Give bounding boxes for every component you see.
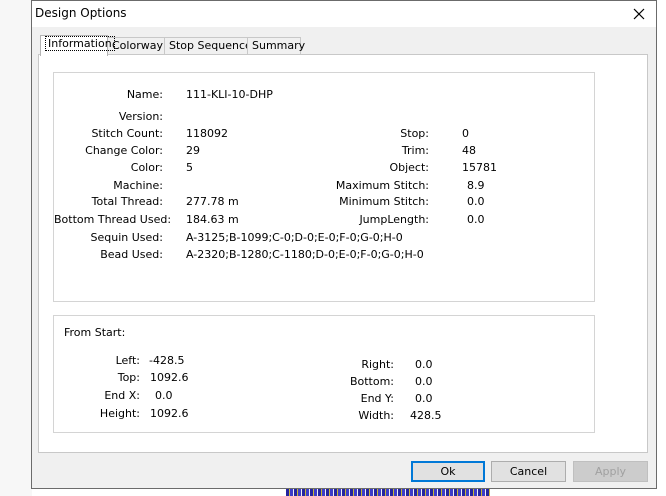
apply-button[interactable]: Apply	[573, 461, 648, 482]
cancel-button[interactable]: Cancel	[491, 461, 566, 482]
background-design-preview	[286, 488, 490, 496]
start-row-left: Left: -428.5	[115, 354, 185, 367]
info-row-stop: Stop: 0	[400, 127, 469, 140]
window-title: Design Options	[35, 6, 127, 20]
info-row-change-color: Change Color: 29	[85, 144, 200, 157]
start-row-right: Right: 0.0	[361, 358, 433, 371]
information-panel: Name: 111-KLI-10-DHP Version: Stitch Cou…	[38, 54, 648, 453]
start-row-top: Top: 1092.6	[117, 371, 189, 384]
info-row-version: Version:	[118, 110, 163, 123]
tab-stop-sequence[interactable]: Stop Sequence	[164, 37, 252, 55]
start-row-end-x: End X: 0.0	[104, 389, 173, 402]
info-row-jump-length: JumpLength: 0.0	[359, 213, 485, 226]
start-row-bottom: Bottom: 0.0	[349, 375, 433, 388]
info-row-color: Color: 5	[130, 161, 193, 174]
design-info-group: Name: 111-KLI-10-DHP Version: Stitch Cou…	[53, 72, 595, 302]
tab-information[interactable]: Information	[40, 35, 115, 56]
info-row-total-thread: Total Thread: 277.78 m	[91, 195, 239, 208]
info-row-machine: Machine:	[113, 179, 163, 192]
info-row-bottom-thread: Bottom Thread Used: 184.63 m	[54, 213, 239, 226]
start-row-height: Height: 1092.6	[99, 407, 189, 420]
info-row-bead-used: Bead Used: A-2320;B-1280;C-1180;D-0;E-0;…	[100, 248, 424, 261]
design-options-dialog: Design Options Information Colorway Stop…	[31, 0, 657, 489]
close-icon	[633, 8, 645, 20]
tab-colorway[interactable]: Colorway	[107, 37, 165, 55]
background-window	[0, 0, 32, 496]
start-row-end-y: End Y: 0.0	[360, 392, 433, 405]
info-row-trim: Trim: 48	[401, 144, 476, 157]
tab-summary[interactable]: Summary	[247, 37, 305, 55]
info-row-min-stitch: Minimum Stitch: 0.0	[339, 195, 485, 208]
info-row-object: Object: 15781	[389, 161, 497, 174]
info-row-stitch-count: Stitch Count: 118092	[91, 127, 228, 140]
info-row-sequin-used: Sequin Used: A-3125;B-1099;C-0;D-0;E-0;F…	[90, 231, 403, 244]
info-row-max-stitch: Maximum Stitch: 8.9	[335, 179, 485, 192]
ok-button[interactable]: Ok	[411, 461, 485, 482]
start-row-width: Width: 428.5	[358, 409, 442, 422]
info-row-name: Name: 111-KLI-10-DHP	[126, 88, 273, 101]
from-start-group: From Start: Left: -428.5 Top: 1092.6 End…	[53, 315, 595, 433]
from-start-title: From Start:	[64, 326, 126, 339]
title-bar: Design Options	[32, 1, 656, 27]
close-button[interactable]	[630, 5, 648, 23]
